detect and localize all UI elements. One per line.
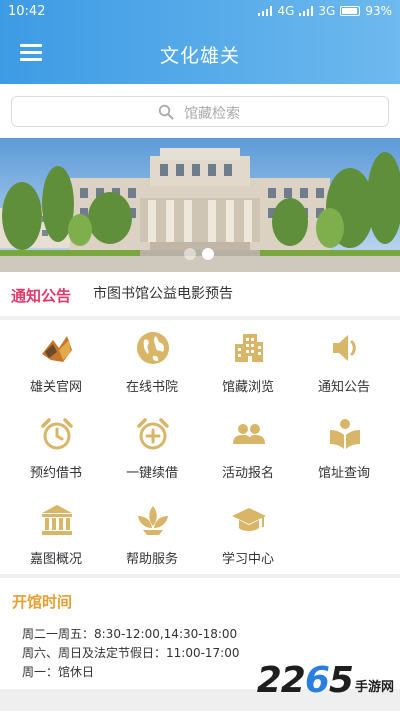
app-bar: 文化雄关 <box>0 24 400 84</box>
watermark-number: 2265 <box>256 660 354 701</box>
signal-icon <box>258 6 273 16</box>
feature-label: 活动报名 <box>221 466 274 481</box>
opening-hours-line: 周一：馆休日 <box>22 665 95 679</box>
logo-icon <box>42 336 72 362</box>
alarm-plus-icon <box>137 418 169 450</box>
speaker-icon <box>333 335 356 361</box>
status-time: 10:42 <box>8 4 46 19</box>
feature-collection-browse[interactable]: 馆藏浏览 <box>200 320 296 406</box>
status-indicators: 4G 3G 93% <box>258 4 392 18</box>
page-title: 文化雄关 <box>159 45 240 67</box>
feature-one-click-renew[interactable]: 一键续借 <box>104 406 200 492</box>
battery-icon <box>340 6 361 16</box>
battery-level: 93% <box>365 4 392 18</box>
feature-notices[interactable]: 通知公告 <box>296 320 392 406</box>
carousel-dot-active[interactable] <box>202 248 214 260</box>
carousel-indicators <box>184 248 214 260</box>
opening-hours-title: 开馆时间 <box>12 593 73 611</box>
network-label-4g: 4G <box>277 4 295 18</box>
alarm-clock-icon <box>41 418 73 450</box>
signal-icon-2 <box>299 6 314 16</box>
feature-event-signup[interactable]: 活动报名 <box>200 406 296 492</box>
building-icon <box>235 334 263 362</box>
feature-library-overview[interactable]: 嘉图概况 <box>8 492 104 578</box>
carousel-dot[interactable] <box>184 248 196 260</box>
book-reader-icon <box>330 419 360 449</box>
feature-online-academy[interactable]: 在线书院 <box>104 320 200 406</box>
opening-hours-line: 周二一周五：8:30-12:00,14:30-18:00 <box>22 627 238 641</box>
graduation-cap-icon <box>232 508 266 531</box>
notice-tag: 通知公告 <box>11 287 72 305</box>
globe-icon <box>137 332 169 364</box>
watermark: 2265 手游网 <box>257 660 394 701</box>
feature-label: 一键续借 <box>125 466 178 481</box>
status-bar: 10:42 4G 3G 93% <box>0 0 400 24</box>
search-input[interactable]: 馆藏检索 <box>11 96 389 127</box>
institution-icon <box>42 505 72 535</box>
users-icon <box>233 424 265 444</box>
feature-xiongguan-website[interactable]: 雄关官网 <box>8 320 104 406</box>
feature-label: 馆址查询 <box>317 466 370 481</box>
feature-label: 嘉图概况 <box>29 552 82 567</box>
search-placeholder: 馆藏检索 <box>184 106 240 122</box>
feature-label: 预约借书 <box>29 466 82 481</box>
notice-bar[interactable]: 通知公告 市图书馆公益电影预告 <box>0 272 400 316</box>
banner-carousel[interactable] <box>0 138 400 272</box>
feature-label: 帮助服务 <box>125 552 178 567</box>
feature-reserve-books[interactable]: 预约借书 <box>8 406 104 492</box>
search-icon <box>158 104 174 120</box>
leaf-icon <box>138 506 168 535</box>
feature-grid: 雄关官网 在线书院 馆藏浏览 通知公告 预约借书 一键续借 活动报名 馆址查询 … <box>0 320 400 574</box>
feature-label: 通知公告 <box>317 380 370 395</box>
search-section: 馆藏检索 <box>0 84 400 138</box>
feature-label: 雄关官网 <box>29 380 82 395</box>
feature-learning-center[interactable]: 学习中心 <box>200 492 296 578</box>
feature-label: 馆藏浏览 <box>221 380 274 395</box>
feature-label: 在线书院 <box>125 380 178 395</box>
feature-library-location[interactable]: 馆址查询 <box>296 406 392 492</box>
watermark-site: 手游网 <box>354 680 394 695</box>
notice-headline[interactable]: 市图书馆公益电影预告 <box>93 283 233 303</box>
feature-label: 学习中心 <box>221 552 274 567</box>
network-label-3g: 3G <box>318 4 336 18</box>
feature-help-service[interactable]: 帮助服务 <box>104 492 200 578</box>
opening-hours-line: 周六、周日及法定节假日：11:00-17:00 <box>22 646 240 660</box>
